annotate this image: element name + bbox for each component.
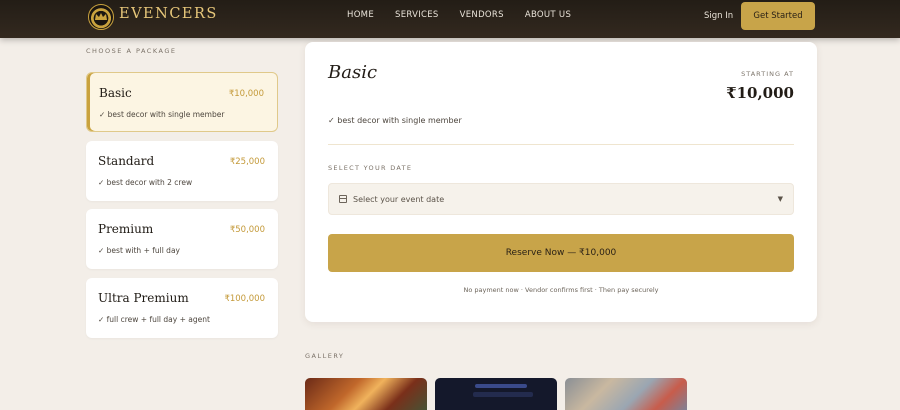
brand-name[interactable]: EVENCERS xyxy=(119,6,218,22)
nav-link-about-us[interactable]: ABOUT US xyxy=(525,10,571,20)
thumbnail-decoration xyxy=(475,384,527,388)
nav-link-home[interactable]: HOME xyxy=(347,10,374,20)
package-list-heading: CHOOSE A PACKAGE xyxy=(86,47,177,55)
package-price: ₹100,000 xyxy=(224,294,265,304)
payment-note: No payment now · Vendor confirms first ·… xyxy=(463,286,659,294)
package-description: ✓ best decor with 2 crew xyxy=(98,178,193,187)
brand-logo-icon[interactable] xyxy=(88,4,114,30)
package-card-standard[interactable]: Standard ₹25,000 ✓ best decor with 2 cre… xyxy=(86,141,278,201)
selected-package-description: ✓ best decor with single member xyxy=(328,116,462,125)
sign-in-link[interactable]: Sign In xyxy=(704,11,733,21)
gallery-thumbnail[interactable] xyxy=(435,378,557,410)
package-name: Ultra Premium xyxy=(98,291,189,305)
crown-icon xyxy=(95,13,107,20)
package-description: ✓ best decor with single member xyxy=(99,110,225,119)
package-card-premium[interactable]: Premium ₹50,000 ✓ best with + full day xyxy=(86,209,278,269)
gallery-thumbnail[interactable] xyxy=(565,378,687,410)
starting-at-label: STARTING AT xyxy=(741,70,794,78)
nav-link-services[interactable]: SERVICES xyxy=(395,10,439,20)
package-name: Standard xyxy=(98,154,155,168)
package-name: Premium xyxy=(98,222,154,236)
gallery-thumbnail[interactable] xyxy=(305,378,427,410)
nav-links: HOME SERVICES VENDORS ABOUT US xyxy=(347,10,592,20)
chevron-down-icon: ▼ xyxy=(777,195,783,203)
package-name: Basic xyxy=(99,86,132,100)
reserve-now-button[interactable]: Reserve Now — ₹10,000 xyxy=(328,234,794,272)
gallery-heading: GALLERY xyxy=(305,352,345,360)
package-card-basic[interactable]: Basic ₹10,000 ✓ best decor with single m… xyxy=(86,72,278,132)
package-price: ₹50,000 xyxy=(229,225,265,235)
package-price: ₹10,000 xyxy=(228,89,264,99)
divider xyxy=(328,144,794,145)
nav-link-vendors[interactable]: VENDORS xyxy=(460,10,504,20)
package-detail-card: Basic STARTING AT ₹10,000 ✓ best decor w… xyxy=(305,42,817,322)
select-date-label: SELECT YOUR DATE xyxy=(328,164,413,172)
package-card-ultra-premium[interactable]: Ultra Premium ₹100,000 ✓ full crew + ful… xyxy=(86,278,278,338)
calendar-icon xyxy=(339,195,347,203)
top-navbar: EVENCERS HOME SERVICES VENDORS ABOUT US … xyxy=(0,0,900,38)
event-date-select[interactable]: Select your event date ▼ xyxy=(328,183,794,215)
package-price: ₹25,000 xyxy=(229,157,265,167)
starting-price: ₹10,000 xyxy=(726,84,794,102)
package-description: ✓ best with + full day xyxy=(98,246,180,255)
selected-package-title: Basic xyxy=(328,62,378,83)
package-description: ✓ full crew + full day + agent xyxy=(98,315,210,324)
event-date-placeholder: Select your event date xyxy=(353,195,445,204)
thumbnail-decoration xyxy=(473,392,533,397)
get-started-button[interactable]: Get Started xyxy=(741,2,815,30)
